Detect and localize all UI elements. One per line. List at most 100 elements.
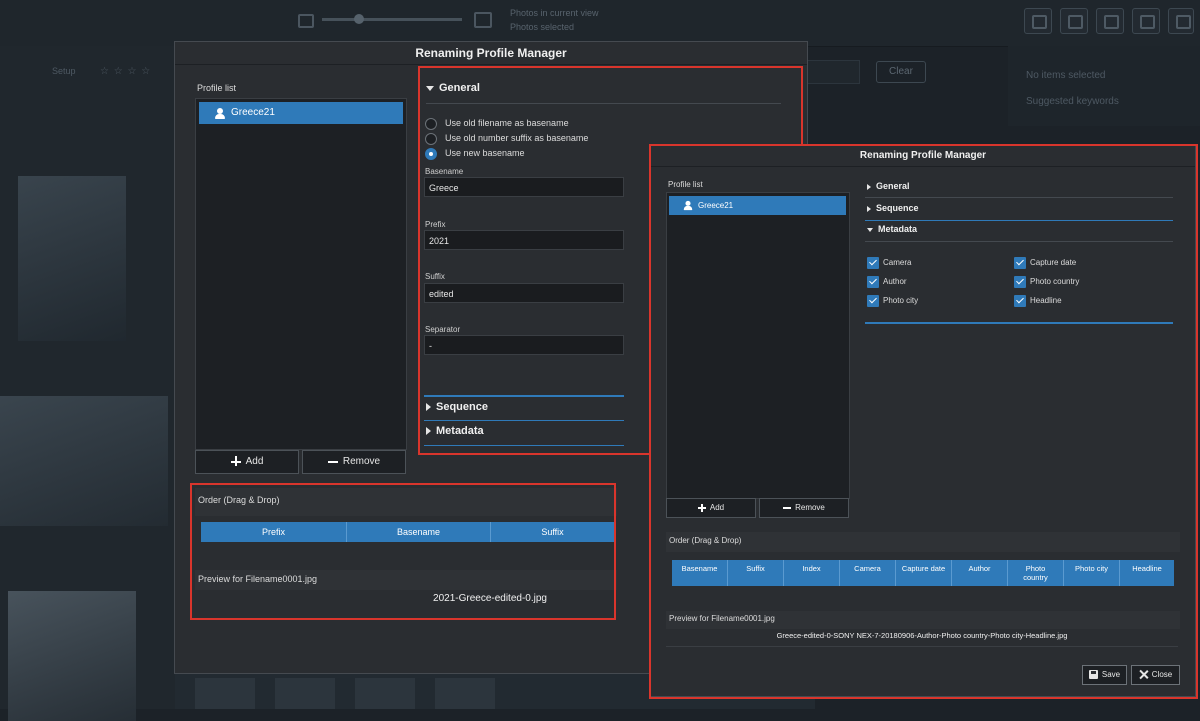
photo-thumbnail[interactable]: [355, 678, 415, 709]
chevron-right-icon: [426, 403, 431, 412]
basename-field[interactable]: Greece: [424, 177, 624, 197]
profile-list[interactable]: Greece21: [195, 98, 407, 450]
profile-list-label: Profile list: [668, 180, 703, 189]
photo-city-checkbox-label: Photo city: [883, 296, 919, 305]
radio-new-basename[interactable]: [425, 148, 437, 160]
profile-list[interactable]: Greece21: [666, 192, 850, 499]
prefix-field[interactable]: 2021: [424, 230, 624, 250]
order-column-camera[interactable]: Camera: [840, 560, 896, 586]
camera-checkbox[interactable]: [867, 257, 879, 269]
remove-profile-button[interactable]: Remove: [302, 450, 406, 474]
radio-old-filename-label: Use old filename as basename: [445, 118, 569, 128]
photo-thumbnail[interactable]: [435, 678, 495, 709]
divider: [865, 197, 1173, 198]
remove-profile-button[interactable]: Remove: [759, 498, 849, 518]
metadata-section-header[interactable]: Metadata: [867, 224, 917, 234]
photo-thumbnail[interactable]: [8, 591, 136, 721]
divider: [865, 241, 1173, 242]
toolbar-button-4[interactable]: [1132, 8, 1160, 34]
selection-status: No items selected: [1026, 70, 1106, 81]
author-checkbox[interactable]: [867, 276, 879, 288]
add-profile-button[interactable]: Add: [666, 498, 756, 518]
order-column-suffix[interactable]: Suffix: [491, 522, 615, 542]
suffix-label: Suffix: [425, 272, 445, 281]
photo-thumbnail[interactable]: [0, 396, 168, 526]
rate-icon: [1068, 15, 1083, 29]
slider-handle[interactable]: [354, 14, 364, 24]
profile-item-greece21[interactable]: Greece21: [199, 102, 403, 124]
add-label: Add: [709, 503, 725, 512]
preview-header-bar: Preview for Filename0001.jpg: [666, 611, 1180, 629]
thumbnail-size-slider[interactable]: [322, 14, 462, 24]
small-thumbnail-icon[interactable]: [298, 14, 314, 28]
order-column-photo-country[interactable]: Photo country: [1008, 560, 1064, 586]
chevron-down-icon: [426, 85, 434, 91]
photo-country-checkbox-label: Photo country: [1030, 277, 1080, 286]
clear-button[interactable]: Clear: [876, 61, 926, 83]
order-column-basename[interactable]: Basename: [672, 560, 728, 586]
sequence-label: Sequence: [876, 203, 919, 213]
background-field: [806, 60, 860, 84]
capture-date-checkbox[interactable]: [1014, 257, 1026, 269]
photo-thumbnail[interactable]: [195, 678, 255, 709]
toolbar-button-1[interactable]: [1024, 8, 1052, 34]
separator-label: Separator: [425, 325, 461, 334]
photo-country-checkbox[interactable]: [1014, 276, 1026, 288]
rating-filter[interactable]: ☆ ☆ ☆ ☆: [100, 66, 151, 77]
toolbar-button-3[interactable]: [1096, 8, 1124, 34]
suffix-field[interactable]: edited: [424, 283, 624, 303]
setup-label: Setup: [52, 66, 76, 76]
toolbar-button-5[interactable]: [1168, 8, 1194, 34]
sequence-section-header[interactable]: Sequence: [426, 401, 488, 413]
close-button[interactable]: Close: [1131, 665, 1180, 685]
toolbar-button-2[interactable]: [1060, 8, 1088, 34]
order-column-headline[interactable]: Headline: [1120, 560, 1174, 586]
photo-city-checkbox[interactable]: [867, 295, 879, 307]
divider: [666, 646, 1178, 647]
preview-label: Preview for Filename0001.jpg: [669, 614, 775, 623]
radio-old-number-suffix[interactable]: [425, 133, 437, 145]
order-column-index[interactable]: Index: [784, 560, 840, 586]
profile-item-greece21[interactable]: Greece21: [669, 196, 846, 215]
order-header-bar: Order (Drag & Drop): [195, 488, 617, 516]
photo-thumbnail[interactable]: [18, 176, 126, 341]
preview-header-bar: Preview for Filename0001.jpg: [195, 570, 617, 590]
order-column-suffix[interactable]: Suffix: [728, 560, 784, 586]
renaming-profile-manager-dialog-metadata: Renaming Profile Manager Profile list Gr…: [650, 145, 1196, 697]
headline-checkbox[interactable]: [1014, 295, 1026, 307]
photo-thumbnail[interactable]: [275, 678, 335, 709]
add-profile-button[interactable]: Add: [195, 450, 299, 474]
large-thumbnail-icon[interactable]: [474, 12, 492, 28]
general-section-header[interactable]: General: [867, 181, 910, 191]
order-label: Order (Drag & Drop): [669, 536, 742, 545]
minus-icon: [783, 504, 792, 512]
radio-old-filename[interactable]: [425, 118, 437, 130]
grid-icon: [1140, 15, 1155, 29]
minus-icon: [327, 456, 338, 466]
chevron-right-icon: [426, 427, 431, 436]
basename-label: Basename: [425, 167, 464, 176]
order-column-capture-date[interactable]: Capture date: [896, 560, 952, 586]
add-label: Add: [245, 456, 264, 467]
divider: [424, 445, 624, 446]
profile-name: Greece21: [231, 107, 275, 118]
metadata-section-header[interactable]: Metadata: [426, 425, 484, 437]
remove-label: Remove: [795, 503, 825, 512]
photos-selected-stat: Photos selected: [510, 22, 575, 32]
divider: [426, 103, 781, 104]
prefix-label: Prefix: [425, 220, 446, 229]
order-column-photo-city[interactable]: Photo city: [1064, 560, 1120, 586]
preview-filename: Greece-edited-0-SONY NEX-7-20180906-Auth…: [776, 631, 1068, 640]
remove-label: Remove: [342, 456, 381, 467]
radio-new-basename-label: Use new basename: [445, 148, 525, 158]
order-column-prefix[interactable]: Prefix: [201, 522, 347, 542]
sequence-section-header[interactable]: Sequence: [867, 203, 919, 213]
general-section-header[interactable]: General: [426, 82, 480, 94]
general-label: General: [876, 181, 910, 191]
separator-field[interactable]: -: [424, 335, 624, 355]
radio-old-number-suffix-label: Use old number suffix as basename: [445, 133, 589, 143]
order-column-basename[interactable]: Basename: [347, 522, 491, 542]
sequence-label: Sequence: [436, 401, 488, 413]
order-column-author[interactable]: Author: [952, 560, 1008, 586]
save-button[interactable]: Save: [1082, 665, 1127, 685]
